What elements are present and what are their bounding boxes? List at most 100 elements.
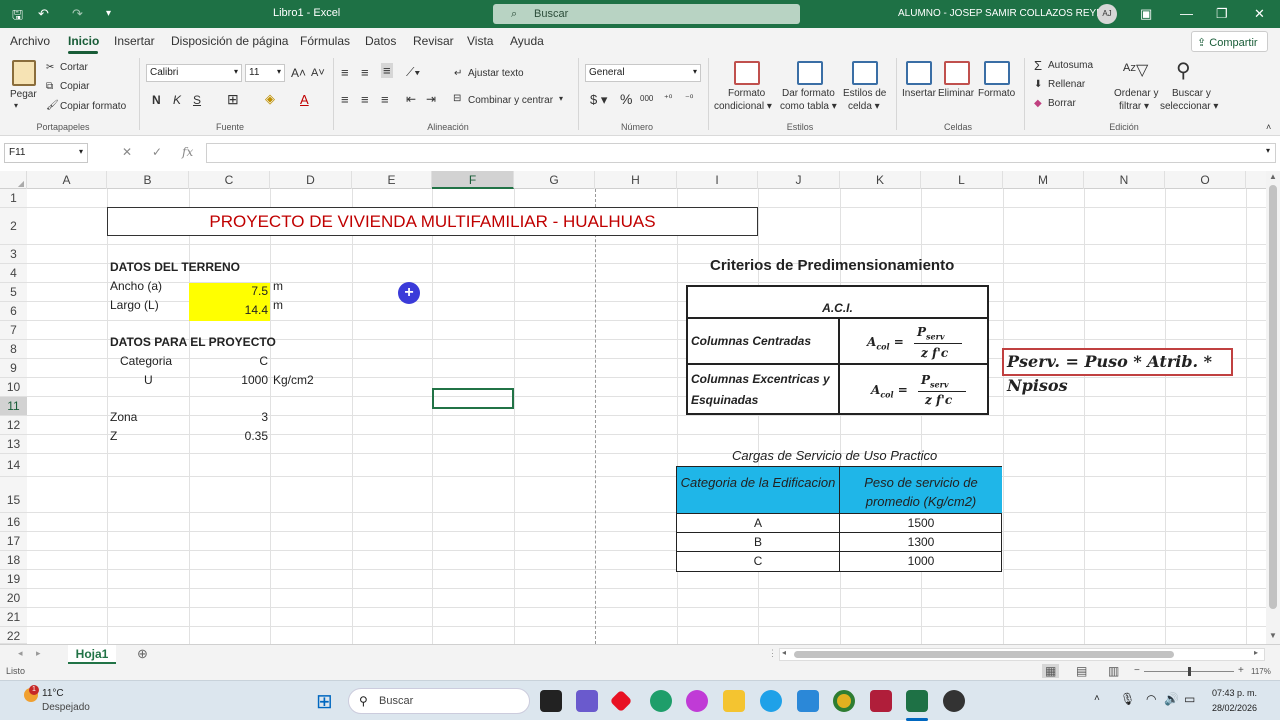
- app3-icon[interactable]: [943, 690, 965, 712]
- percent-icon[interactable]: %: [620, 91, 632, 107]
- sheet-tab-hoja1[interactable]: Hoja1: [68, 645, 116, 664]
- row-header-4[interactable]: 4: [0, 264, 27, 283]
- copilot-icon[interactable]: [686, 690, 708, 712]
- page-break-preview-icon[interactable]: ▥: [1108, 664, 1119, 678]
- ancho-value[interactable]: 7.5: [189, 283, 270, 302]
- conditional-format-icon[interactable]: [734, 61, 760, 85]
- column-header-d[interactable]: D: [270, 171, 352, 189]
- cond-format-line1[interactable]: Formato: [728, 88, 765, 99]
- align-right-icon[interactable]: ≡: [381, 92, 389, 107]
- shrink-font-icon[interactable]: A˅: [311, 67, 325, 79]
- insert-cells-button[interactable]: Insertar: [902, 88, 936, 99]
- spreadsheet-grid[interactable]: PROYECTO DE VIVIENDA MULTIFAMILIAR - HUA…: [27, 189, 1266, 644]
- zoom-in-icon[interactable]: +: [1238, 665, 1244, 676]
- ancho-unit[interactable]: m: [273, 279, 283, 293]
- chevron-down-icon[interactable]: ▾: [559, 94, 563, 103]
- column-header-b[interactable]: B: [107, 171, 189, 189]
- find-select-button[interactable]: seleccionar ▾: [1160, 101, 1218, 112]
- find-line1[interactable]: Buscar y: [1172, 88, 1211, 99]
- row-header-19[interactable]: 19: [0, 570, 27, 589]
- align-middle-icon[interactable]: ≡: [361, 65, 369, 80]
- pserv-formula[interactable]: Pserv. = Puso * Atrib. * Npisos: [1002, 348, 1233, 395]
- vertical-scrollbar[interactable]: ▲ ▼: [1266, 171, 1280, 644]
- row-header-2[interactable]: 2: [0, 208, 27, 245]
- wifi-icon[interactable]: ◠: [1146, 692, 1156, 706]
- largo-value[interactable]: 14.4: [189, 302, 270, 321]
- row-header-7[interactable]: 7: [0, 321, 27, 340]
- fill-color-icon[interactable]: ◈: [265, 91, 275, 107]
- cond-format-button[interactable]: condicional ▾: [714, 101, 772, 112]
- scroll-left-icon[interactable]: ◂: [782, 648, 786, 657]
- app2-icon[interactable]: [760, 690, 782, 712]
- row-header-15[interactable]: 15: [0, 477, 27, 513]
- cut-icon[interactable]: ✂: [46, 62, 54, 73]
- column-header-c[interactable]: C: [189, 171, 270, 189]
- row-header-12[interactable]: 12: [0, 416, 27, 435]
- insert-function-icon[interactable]: fx: [182, 145, 193, 159]
- column-header-k[interactable]: K: [840, 171, 921, 189]
- column-header-m[interactable]: M: [1003, 171, 1084, 189]
- weather-text[interactable]: Despejado: [42, 702, 90, 713]
- share-button[interactable]: ⇪ Compartir: [1191, 31, 1268, 52]
- aci-criteria-table[interactable]: A.C.I. Columnas Centradas Columnas Excen…: [686, 285, 989, 415]
- avatar[interactable]: AJ: [1097, 4, 1117, 24]
- clear-button[interactable]: Borrar: [1048, 98, 1076, 109]
- zoom-out-icon[interactable]: −: [1134, 665, 1140, 676]
- minimize-icon[interactable]: —: [1180, 6, 1193, 21]
- categoria-label[interactable]: Categoria: [120, 354, 172, 368]
- clock-time[interactable]: 07:43 p. m.: [1212, 688, 1257, 698]
- revit-icon[interactable]: [870, 690, 892, 712]
- wrap-text-button[interactable]: Ajustar texto: [468, 68, 524, 79]
- scroll-up-icon[interactable]: ▲: [1269, 172, 1277, 181]
- column-header-n[interactable]: N: [1084, 171, 1165, 189]
- row-header-9[interactable]: 9: [0, 359, 27, 378]
- criteria-title[interactable]: Criterios de Predimensionamiento: [710, 257, 954, 274]
- categoria-value[interactable]: C: [189, 354, 268, 368]
- clock-date[interactable]: 28/02/2026: [1212, 703, 1257, 713]
- cell-styles-line1[interactable]: Estilos de: [843, 88, 886, 99]
- expand-formula-icon[interactable]: ▾: [1266, 146, 1270, 155]
- sort-line1[interactable]: Ordenar y: [1114, 88, 1158, 99]
- align-top-icon[interactable]: ≡: [341, 65, 349, 80]
- tab-formulas[interactable]: Fórmulas: [300, 34, 350, 48]
- cell-styles-button[interactable]: celda ▾: [848, 101, 880, 112]
- row-header-14[interactable]: 14: [0, 454, 27, 477]
- tab-vista[interactable]: Vista: [467, 34, 493, 48]
- clear-icon[interactable]: ◆: [1034, 98, 1042, 109]
- underline-button[interactable]: S: [193, 93, 201, 107]
- fill-button[interactable]: Rellenar: [1048, 79, 1085, 90]
- bold-button[interactable]: N: [152, 93, 161, 107]
- z-value[interactable]: 0.35: [189, 429, 268, 443]
- column-header-a[interactable]: A: [27, 171, 107, 189]
- save-icon[interactable]: 🖫: [12, 6, 23, 28]
- prev-sheet-icon[interactable]: ◂: [18, 648, 23, 659]
- italic-button[interactable]: K: [173, 93, 181, 107]
- tab-disposicion[interactable]: Disposición de página: [171, 34, 288, 48]
- column-header-o[interactable]: O: [1165, 171, 1246, 189]
- file-explorer-icon[interactable]: [723, 690, 745, 712]
- project-title[interactable]: PROYECTO DE VIVIENDA MULTIFAMILIAR - HUA…: [107, 207, 758, 236]
- undo-icon[interactable]: ↶: [38, 6, 49, 22]
- cut-button[interactable]: Cortar: [60, 62, 88, 73]
- orientation-icon[interactable]: ⟋▾: [406, 65, 420, 80]
- zona-value[interactable]: 3: [189, 410, 268, 424]
- table-format-button[interactable]: como tabla ▾: [780, 101, 837, 112]
- row-header-22[interactable]: 22: [0, 627, 27, 644]
- cancel-icon[interactable]: ✕: [122, 145, 132, 159]
- proyecto-header[interactable]: DATOS PARA EL PROYECTO: [110, 335, 276, 349]
- add-icon[interactable]: +: [398, 282, 420, 304]
- paste-dropdown-icon[interactable]: ▾: [14, 101, 18, 110]
- column-header-i[interactable]: I: [677, 171, 758, 189]
- column-header-f[interactable]: F: [432, 171, 514, 189]
- sort-filter-button[interactable]: filtrar ▾: [1119, 101, 1149, 112]
- row-header-20[interactable]: 20: [0, 589, 27, 608]
- row-header-21[interactable]: 21: [0, 608, 27, 627]
- font-color-icon[interactable]: A: [300, 92, 309, 107]
- next-sheet-icon[interactable]: ▸: [36, 648, 41, 659]
- ancho-label[interactable]: Ancho (a): [110, 279, 162, 293]
- restore-icon[interactable]: ❐: [1216, 6, 1228, 22]
- normal-view-icon[interactable]: ▦: [1042, 664, 1060, 678]
- zoom-level[interactable]: 117%: [1251, 667, 1271, 676]
- table-format-line1[interactable]: Dar formato: [782, 88, 835, 99]
- enter-icon[interactable]: ✓: [152, 145, 162, 159]
